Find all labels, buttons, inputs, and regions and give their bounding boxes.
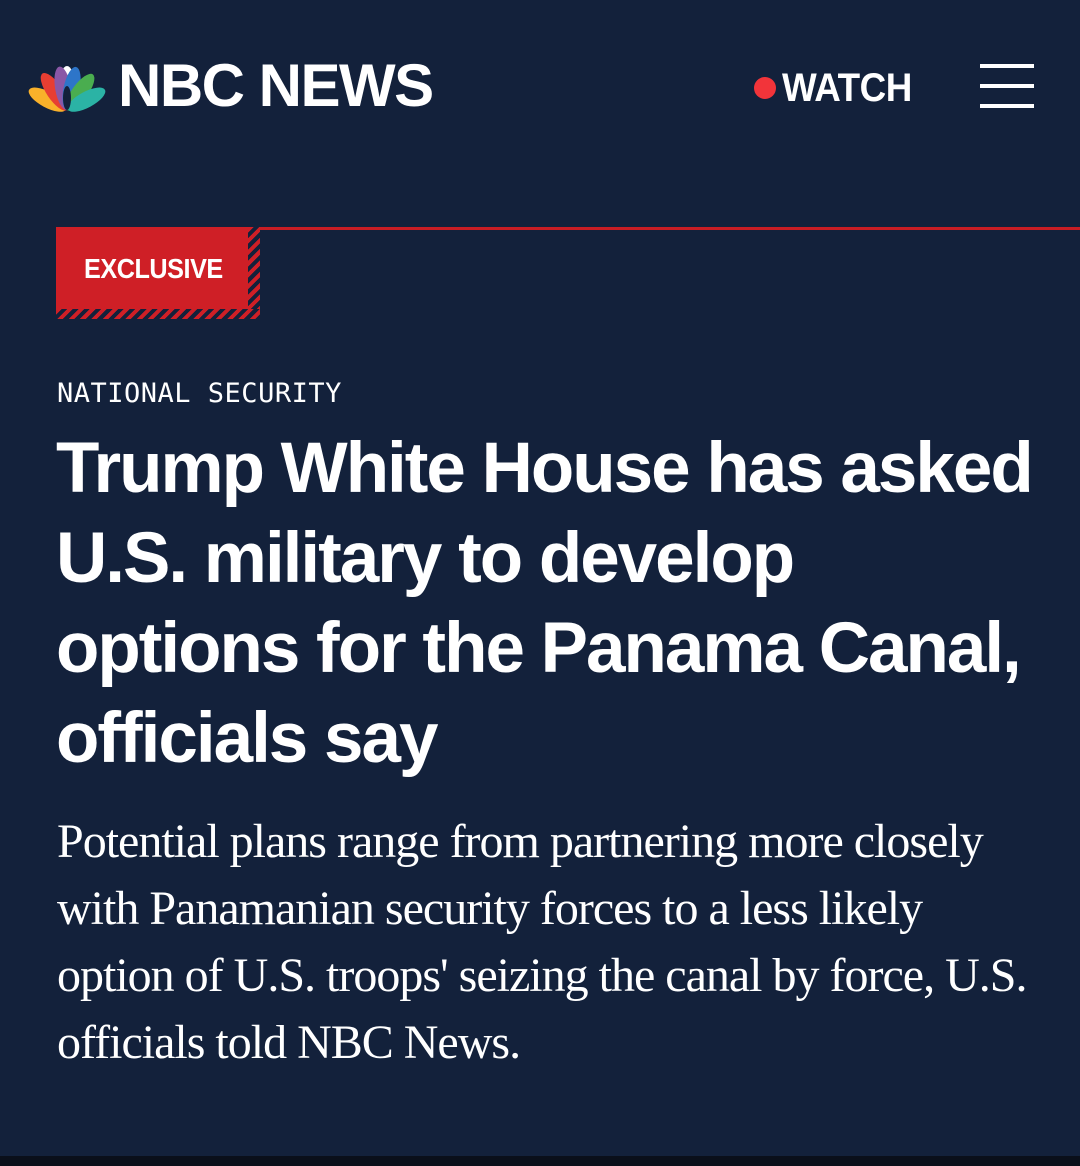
hamburger-menu-icon[interactable] — [980, 62, 1036, 110]
badge-hatch-bottom — [56, 309, 260, 319]
article-page: NBC NEWS WATCH EXCLUSIVE NATIONAL SECURI… — [0, 0, 1080, 1166]
menu-bar-line — [980, 64, 1034, 68]
live-dot-icon — [754, 77, 776, 99]
article-dek: Potential plans range from partnering mo… — [57, 815, 1027, 1069]
menu-bar-line — [980, 84, 1034, 88]
exclusive-label: EXCLUSIVE — [84, 253, 223, 284]
bottom-edge — [0, 1156, 1080, 1166]
nbc-peacock-icon — [28, 66, 106, 112]
badge-hatch-right — [248, 227, 260, 319]
section-kicker[interactable]: NATIONAL SECURITY — [57, 378, 342, 410]
watch-label: WATCH — [782, 66, 912, 110]
site-header: NBC NEWS WATCH — [0, 0, 1080, 170]
menu-bar-line — [980, 104, 1034, 108]
nbc-news-logo[interactable]: NBC NEWS — [28, 52, 434, 119]
watch-live-button[interactable]: WATCH — [754, 66, 923, 110]
exclusive-badge: EXCLUSIVE — [56, 227, 260, 319]
article-headline: Trump White House has asked U.S. militar… — [56, 429, 1034, 778]
brand-wordmark: NBC NEWS — [118, 52, 434, 119]
